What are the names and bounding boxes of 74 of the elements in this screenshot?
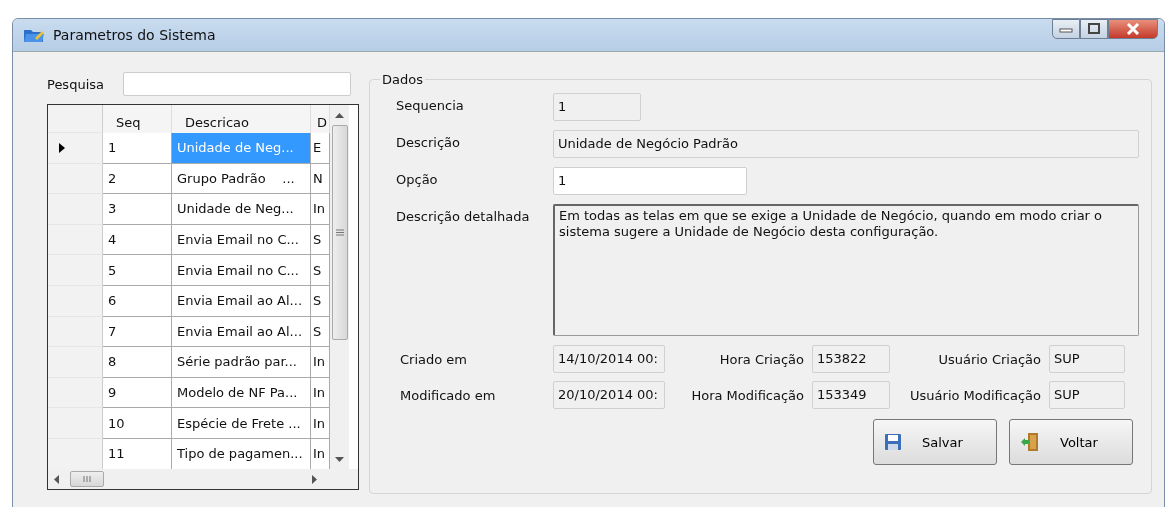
search-label: Pesquisa (47, 76, 105, 92)
table-cell: Série padrão par... (172, 347, 311, 378)
vertical-scrollbar[interactable] (330, 105, 349, 469)
table-cell: 7 (103, 316, 172, 348)
table-cell: 10 (103, 408, 172, 439)
left-arrow-icon (54, 474, 60, 484)
row-header[interactable] (48, 194, 103, 225)
column-header[interactable]: Seq (103, 105, 172, 133)
input-field[interactable]: 153822 (812, 345, 890, 373)
row-header[interactable] (48, 255, 103, 286)
row-header[interactable] (48, 347, 103, 378)
table-cell: 9 (103, 377, 172, 409)
row-header[interactable] (48, 224, 103, 256)
row-header[interactable] (48, 408, 103, 439)
table-cell: Modelo de NF Pa... (172, 377, 311, 409)
table-cell: 5 (103, 255, 172, 286)
right-arrow-icon (312, 474, 318, 484)
input-field[interactable]: 153349 (812, 381, 890, 409)
table-cell: Envia Email ao Al... (172, 285, 311, 317)
field-label: Hora Modificação (690, 387, 805, 403)
row-header[interactable] (48, 163, 103, 195)
close-icon (1125, 23, 1141, 35)
exit-door-icon (1020, 432, 1040, 452)
field-label: Criado em (399, 351, 468, 367)
maximize-icon (1087, 23, 1101, 35)
field-label: Descrição (396, 134, 461, 150)
input-field[interactable]: 1 (553, 167, 747, 195)
field-label: Usuário Modificação (909, 387, 1042, 403)
row-header[interactable] (48, 377, 103, 409)
table-cell: 3 (103, 194, 172, 225)
back-button[interactable]: Voltar (1009, 419, 1133, 465)
window-title: Parametros do Sistema (53, 27, 216, 43)
current-row-icon (58, 142, 66, 153)
row-header[interactable] (48, 285, 103, 317)
input-field[interactable]: 20/10/2014 00: (553, 381, 665, 409)
table-cell: Espécie de Frete ... (172, 408, 311, 439)
scrollbar-thumb[interactable] (70, 471, 104, 487)
field-label: Usuário Criação (937, 351, 1042, 367)
field-label: Hora Criação (718, 351, 805, 367)
table-cell: Unidade de Neg... (172, 133, 311, 164)
text-area[interactable]: Em todas as telas em que se exige a Unidade de Negócio, quando em modo criar o sistema sugere a Unidade de Negócio desta configuração. (553, 204, 1139, 336)
input-field[interactable]: SUP (1049, 345, 1125, 373)
field-label: Opção (396, 171, 439, 187)
table-cell: 2 (103, 163, 172, 195)
row-header[interactable] (48, 316, 103, 348)
down-arrow-icon (335, 457, 344, 463)
scrollbar-thumb[interactable] (331, 125, 348, 340)
horizontal-scrollbar[interactable] (48, 469, 358, 489)
up-arrow-icon (335, 113, 344, 119)
input-field[interactable]: SUP (1049, 381, 1125, 409)
save-button[interactable]: Salvar (873, 419, 997, 465)
close-button[interactable] (1108, 19, 1158, 39)
input-field[interactable]: Unidade de Negócio Padrão (553, 130, 1139, 158)
maximize-button[interactable] (1080, 19, 1108, 39)
grip-icon (83, 476, 91, 482)
field-label: Modificado em (399, 387, 497, 403)
table-cell: Envia Email no C... (172, 224, 311, 256)
row-header[interactable] (48, 438, 103, 469)
table-cell: Envia Email no C... (172, 255, 311, 286)
group-title: Dados (381, 72, 424, 87)
row-header[interactable] (48, 133, 103, 164)
table-cell: 4 (103, 224, 172, 256)
table-cell: 8 (103, 347, 172, 378)
table-cell: Envia Email ao Al... (172, 316, 311, 348)
table-cell: Unidade de Neg... (172, 194, 311, 225)
grip-icon (335, 229, 344, 236)
input-field[interactable]: 1 (553, 93, 641, 121)
input-field[interactable]: 14/10/2014 00: (553, 345, 665, 373)
field-label: Descrição detalhada (396, 208, 531, 224)
minimize-button[interactable] (1052, 19, 1080, 39)
table-cell: Grupo Padrão ... (172, 163, 311, 195)
search-field[interactable] (123, 72, 351, 96)
table-cell: 6 (103, 285, 172, 317)
field-label: Sequencia (396, 97, 465, 113)
